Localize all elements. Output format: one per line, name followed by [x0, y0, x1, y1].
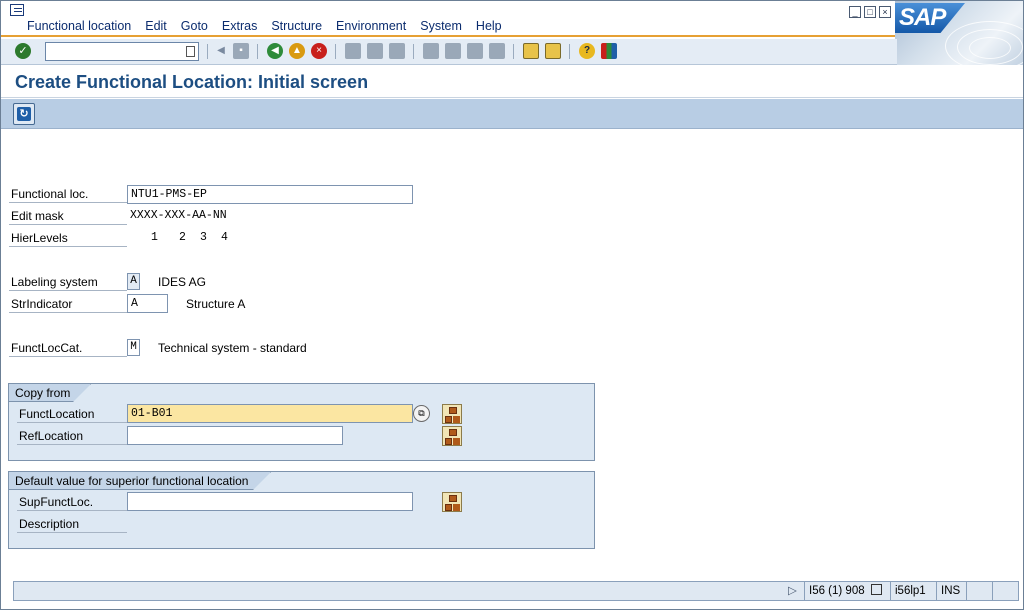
- back-icon[interactable]: ◀: [267, 43, 283, 59]
- menu-bar: Functional location Edit Goto Extras Str…: [1, 1, 1023, 37]
- sap-logo: SAP: [895, 1, 1023, 65]
- description-label: Description: [17, 515, 127, 533]
- restore-icon[interactable]: □: [864, 6, 876, 18]
- default-value-title: Default value for superior functional lo…: [9, 472, 271, 490]
- funct-location-label: FunctLocation: [17, 405, 127, 423]
- shortcut-icon[interactable]: [545, 43, 561, 59]
- copy-from-title: Copy from: [9, 384, 91, 402]
- labeling-system-label: Labeling system: [9, 273, 127, 291]
- command-history-icon[interactable]: [186, 46, 195, 57]
- ref-location-label: RefLocation: [17, 427, 127, 445]
- command-field[interactable]: [45, 42, 199, 61]
- menu-system[interactable]: System: [420, 19, 462, 33]
- find-next-icon[interactable]: [389, 43, 405, 59]
- labeling-system-description: IDES AG: [158, 275, 207, 289]
- command-input[interactable]: [46, 43, 182, 60]
- value-help-icon[interactable]: ⧉: [413, 405, 430, 422]
- status-mode[interactable]: INS: [936, 582, 964, 600]
- status-client: i56lp1: [890, 582, 930, 600]
- structure-list-icon[interactable]: [442, 404, 462, 424]
- hier-levels-label: HierLevels: [9, 229, 127, 247]
- copy-from-group: Copy from FunctLocation 01-B01 ⧉ RefLoca…: [8, 383, 595, 461]
- next-page-icon[interactable]: [467, 43, 483, 59]
- str-indicator-description: Structure A: [186, 297, 246, 311]
- default-value-group: Default value for superior functional lo…: [8, 471, 595, 549]
- previous-page-icon[interactable]: [445, 43, 461, 59]
- save-icon[interactable]: ▪: [233, 43, 249, 59]
- window-menu-icon[interactable]: [10, 4, 24, 16]
- menu-edit[interactable]: Edit: [145, 19, 167, 33]
- menu-help[interactable]: Help: [476, 19, 502, 33]
- find-icon[interactable]: [367, 43, 383, 59]
- sap-window: Functional location Edit Goto Extras Str…: [0, 0, 1024, 610]
- funct-loc-cat-description: Technical system - standard: [158, 341, 307, 355]
- menu-functional-location[interactable]: Functional location: [27, 19, 131, 33]
- hier-level-4: 4: [221, 231, 228, 244]
- edit-mask-label: Edit mask: [9, 207, 127, 225]
- last-page-icon[interactable]: [489, 43, 505, 59]
- first-page-icon[interactable]: [423, 43, 439, 59]
- close-icon[interactable]: ×: [879, 6, 891, 18]
- menu-goto[interactable]: Goto: [181, 19, 208, 33]
- application-toolbar: ↻: [1, 99, 1023, 129]
- enter-icon[interactable]: ✓: [15, 43, 31, 59]
- status-blank: [966, 582, 992, 600]
- exit-icon[interactable]: ▲: [289, 43, 305, 59]
- sap-brand: SAP: [899, 4, 946, 31]
- sup-structure-list-icon[interactable]: [442, 492, 462, 512]
- refresh-button[interactable]: ↻: [13, 103, 35, 125]
- funct-loc-cat-label: FunctLocCat.: [9, 339, 127, 357]
- functional-loc-label: Functional loc.: [9, 185, 127, 203]
- status-system: I56 (1) 908: [804, 582, 900, 600]
- minimize-icon[interactable]: _: [849, 6, 861, 18]
- edit-mask-value: XXXX-XXX-AA-NN: [130, 209, 227, 222]
- ref-location-input[interactable]: [127, 426, 343, 445]
- layout-menu-icon[interactable]: [601, 43, 617, 59]
- new-session-icon[interactable]: [523, 43, 539, 59]
- cancel-icon[interactable]: ×: [311, 43, 327, 59]
- menu-environment[interactable]: Environment: [336, 19, 406, 33]
- status-resize-grip[interactable]: [992, 582, 1018, 600]
- status-system-text: I56 (1) 908: [809, 585, 865, 597]
- status-bar: ▷ I56 (1) 908 i56lp1 INS: [13, 581, 1019, 601]
- str-indicator-input[interactable]: A: [127, 294, 168, 313]
- standard-toolbar: ✓ ◀ ▪ ◀ ▲ × ?: [1, 39, 897, 65]
- sup-funct-loc-label: SupFunctLoc.: [17, 493, 127, 511]
- status-expand-icon[interactable]: ▷: [784, 582, 801, 600]
- system-info-icon[interactable]: [870, 584, 882, 595]
- menu-extras[interactable]: Extras: [222, 19, 257, 33]
- hier-level-1: 1: [151, 231, 158, 244]
- help-icon[interactable]: ?: [579, 43, 595, 59]
- labeling-system-value: A: [127, 273, 140, 290]
- hier-level-3: 3: [200, 231, 207, 244]
- ref-structure-list-icon[interactable]: [442, 426, 462, 446]
- functional-loc-input[interactable]: NTU1-PMS-EP: [127, 185, 413, 204]
- funct-location-input[interactable]: 01-B01: [127, 404, 413, 423]
- sup-funct-loc-input[interactable]: [127, 492, 413, 511]
- title-bar: Create Functional Location: Initial scre…: [1, 66, 1023, 98]
- hier-level-2: 2: [179, 231, 186, 244]
- print-icon[interactable]: [345, 43, 361, 59]
- funct-loc-cat-input[interactable]: M: [127, 339, 140, 356]
- menu-structure[interactable]: Structure: [271, 19, 322, 33]
- str-indicator-label: StrIndicator: [9, 295, 127, 313]
- back-arrow-icon[interactable]: ◀: [213, 43, 229, 59]
- page-title: Create Functional Location: Initial scre…: [15, 72, 369, 92]
- refresh-icon: ↻: [17, 107, 31, 121]
